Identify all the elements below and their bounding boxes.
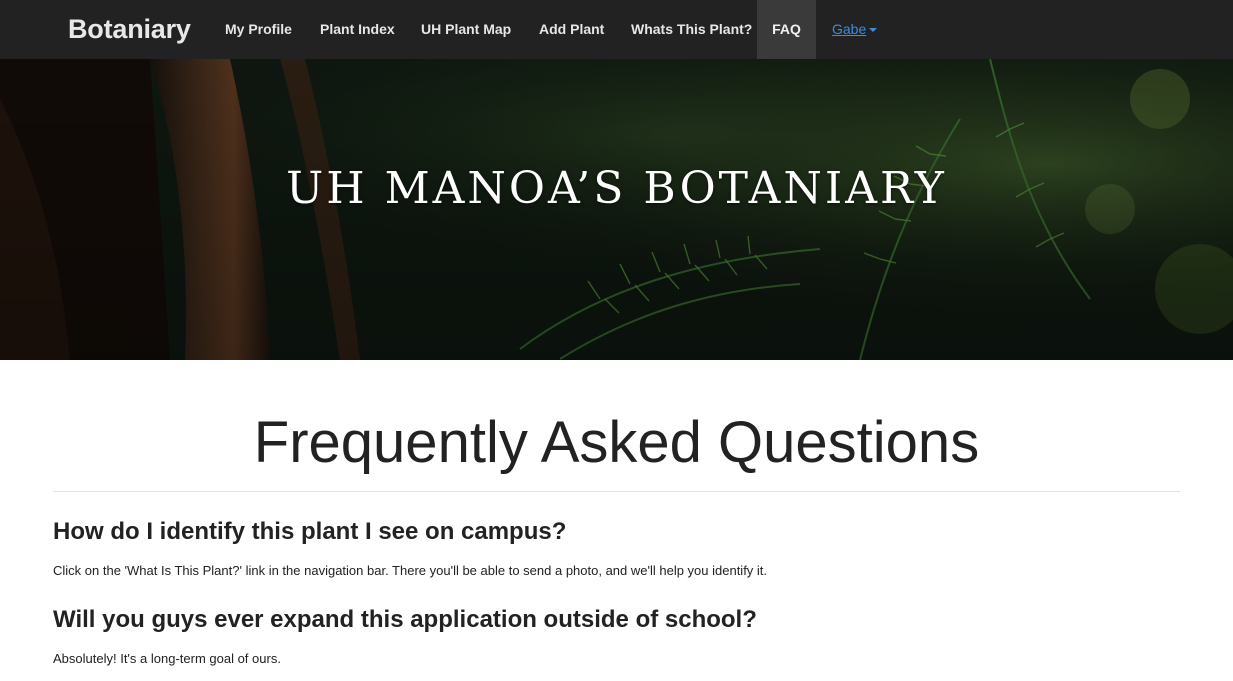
brand-logo-link[interactable]: Botaniary	[68, 13, 191, 45]
hero-title: UH MANOA’S BOTANIARY	[286, 163, 947, 214]
user-menu-dropdown[interactable]: Gabe	[832, 0, 878, 59]
caret-down-icon	[869, 28, 878, 33]
nav-plant-index[interactable]: Plant Index	[320, 0, 395, 59]
nav-whats-this-plant[interactable]: Whats This Plant?	[631, 0, 752, 59]
faq-question: Will you guys ever expand this applicati…	[53, 606, 757, 633]
nav-uh-plant-map[interactable]: UH Plant Map	[421, 0, 511, 59]
page-title: Frequently Asked Questions	[253, 410, 980, 475]
nav-faq[interactable]: FAQ	[757, 0, 816, 59]
title-divider	[53, 491, 1180, 492]
hero-banner: UH MANOA’S BOTANIARY	[0, 59, 1233, 360]
faq-answer: Click on the 'What Is This Plant?' link …	[53, 563, 768, 578]
faq-answer: Absolutely! It's a long-term goal of our…	[53, 651, 281, 666]
faq-question: How do I identify this plant I see on ca…	[53, 518, 567, 545]
top-navbar: Botaniary My Profile Plant Index UH Plan…	[0, 0, 1233, 59]
user-menu-label: Gabe	[832, 21, 867, 37]
nav-add-plant[interactable]: Add Plant	[539, 0, 604, 59]
nav-my-profile[interactable]: My Profile	[225, 0, 292, 59]
